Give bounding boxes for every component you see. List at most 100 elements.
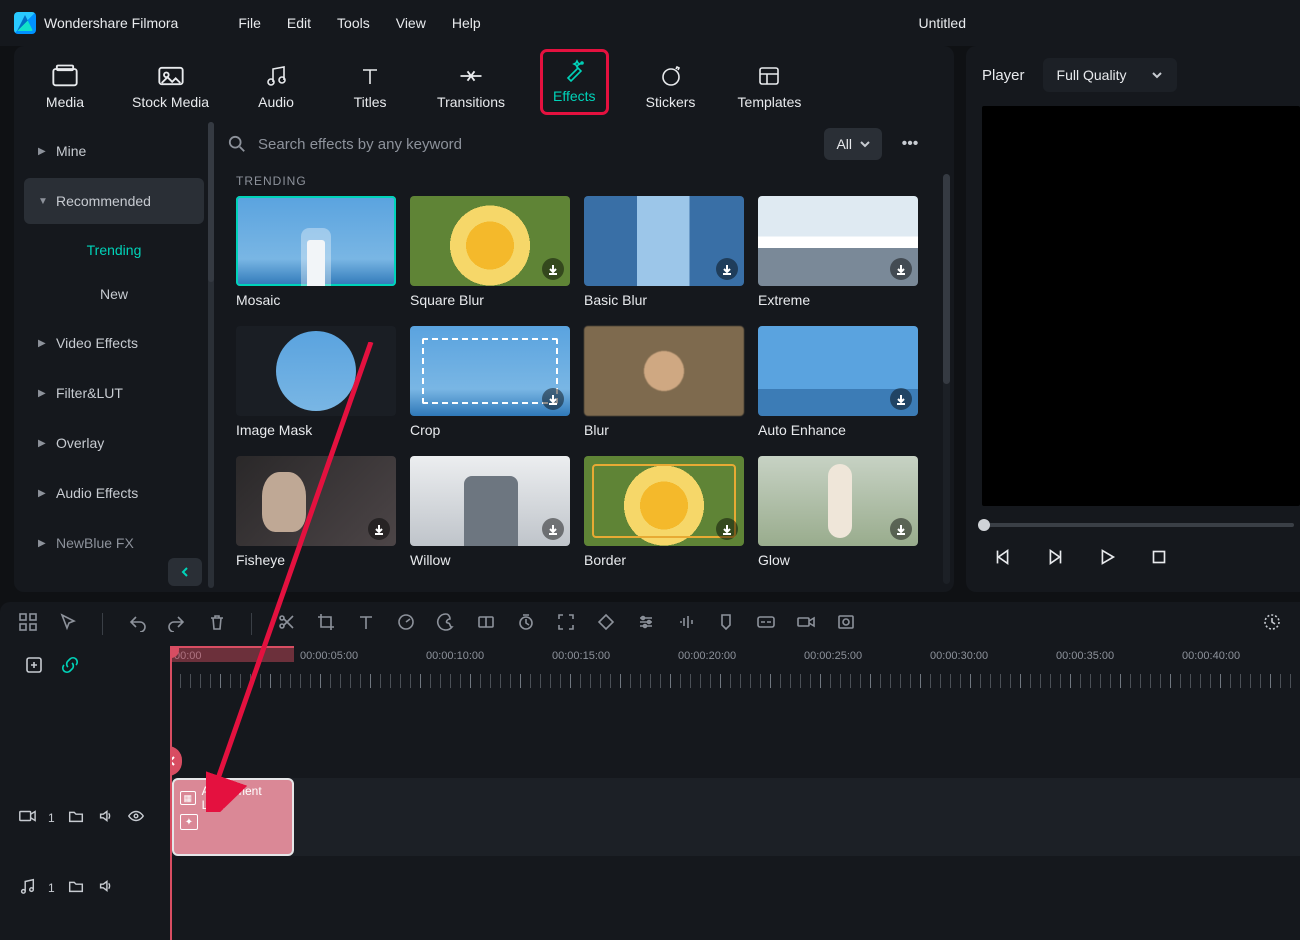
download-icon[interactable]: [890, 388, 912, 410]
speed-button[interactable]: [396, 612, 416, 637]
effect-card[interactable]: Auto Enhance: [758, 326, 918, 438]
effect-card[interactable]: Blur: [584, 326, 744, 438]
link-tracks-button[interactable]: [60, 655, 80, 680]
effect-thumbnail[interactable]: [758, 196, 918, 286]
search-input[interactable]: [256, 135, 814, 154]
effect-thumbnail[interactable]: [584, 326, 744, 416]
effect-card[interactable]: Extreme: [758, 196, 918, 308]
collapse-sidebar-button[interactable]: [168, 558, 202, 586]
menu-file[interactable]: File: [238, 15, 261, 31]
tab-stickers[interactable]: Stickers: [644, 64, 698, 110]
tab-templates[interactable]: Templates: [738, 64, 802, 110]
sidebar-item-overlay[interactable]: ▶Overlay: [24, 420, 204, 466]
sidebar-item-filter-lut[interactable]: ▶Filter&LUT: [24, 370, 204, 416]
tab-media[interactable]: Media: [38, 64, 92, 110]
effect-thumbnail[interactable]: [410, 456, 570, 546]
download-icon[interactable]: [542, 258, 564, 280]
download-icon[interactable]: [716, 258, 738, 280]
menu-help[interactable]: Help: [452, 15, 481, 31]
duration-button[interactable]: [516, 612, 536, 637]
download-icon[interactable]: [890, 518, 912, 540]
play-button[interactable]: [1096, 546, 1118, 573]
track-mute-button[interactable]: [97, 807, 115, 830]
download-icon[interactable]: [542, 518, 564, 540]
record-button[interactable]: [796, 612, 816, 637]
seek-bar[interactable]: [982, 516, 1300, 534]
sidebar-item-recommended[interactable]: ▼Recommended: [24, 178, 204, 224]
export-frame-button[interactable]: [836, 612, 856, 637]
color-button[interactable]: [436, 612, 456, 637]
more-options-button[interactable]: •••: [892, 128, 928, 160]
tab-effects[interactable]: Effects: [545, 54, 604, 110]
menu-view[interactable]: View: [396, 15, 426, 31]
sidebar-sub-new[interactable]: New: [24, 272, 204, 316]
track-folder-button[interactable]: [67, 807, 85, 830]
video-track-lane[interactable]: [170, 778, 1300, 856]
sidebar-item-audio-effects[interactable]: ▶Audio Effects: [24, 470, 204, 516]
fit-button[interactable]: [556, 612, 576, 637]
tab-audio[interactable]: Audio: [249, 64, 303, 110]
split-button[interactable]: [276, 612, 296, 637]
effect-card[interactable]: Basic Blur: [584, 196, 744, 308]
download-icon[interactable]: [368, 518, 390, 540]
redo-button[interactable]: [167, 612, 187, 637]
adjust-button[interactable]: [636, 612, 656, 637]
stop-button[interactable]: [1148, 546, 1170, 573]
menu-edit[interactable]: Edit: [287, 15, 311, 31]
marker-button[interactable]: [716, 612, 736, 637]
effect-thumbnail[interactable]: [584, 196, 744, 286]
effect-thumbnail[interactable]: [758, 326, 918, 416]
timeline-ruler[interactable]: 00:0000:00:05:0000:00:10:0000:00:15:0000…: [170, 646, 1300, 688]
effect-thumbnail[interactable]: [410, 196, 570, 286]
effect-card[interactable]: Glow: [758, 456, 918, 568]
effect-card[interactable]: Mosaic: [236, 196, 396, 308]
download-icon[interactable]: [890, 258, 912, 280]
track-visibility-button[interactable]: [127, 807, 145, 830]
layout-grid-button[interactable]: [18, 612, 38, 637]
add-track-button[interactable]: [24, 655, 44, 680]
download-icon[interactable]: [716, 518, 738, 540]
sidebar-sub-trending[interactable]: Trending: [24, 228, 204, 272]
tab-stock-media[interactable]: Stock Media: [132, 64, 209, 110]
tab-titles[interactable]: Titles: [343, 64, 397, 110]
effect-card[interactable]: Willow: [410, 456, 570, 568]
effect-thumbnail[interactable]: [236, 196, 396, 286]
timeline-clip-adjustment-layer[interactable]: ▦ Adjustment La... ✦: [172, 778, 294, 856]
effect-thumbnail[interactable]: [236, 456, 396, 546]
audio-edit-button[interactable]: [676, 612, 696, 637]
player-quality-dropdown[interactable]: Full Quality: [1043, 58, 1177, 92]
timeline-tracks[interactable]: 00:0000:00:05:0000:00:10:0000:00:15:0000…: [170, 646, 1300, 940]
effect-thumbnail[interactable]: [236, 326, 396, 416]
crop-button[interactable]: [316, 612, 336, 637]
prev-frame-button[interactable]: [992, 546, 1014, 573]
playhead[interactable]: [170, 646, 172, 940]
menu-tools[interactable]: Tools: [337, 15, 370, 31]
effects-scrollbar[interactable]: [943, 174, 950, 584]
filter-dropdown[interactable]: All: [824, 128, 882, 160]
sidebar-item-mine[interactable]: ▶Mine: [24, 128, 204, 174]
audio-track-lane[interactable]: [170, 870, 1300, 926]
play-next-button[interactable]: [1044, 546, 1066, 573]
sidebar-item-video-effects[interactable]: ▶Video Effects: [24, 320, 204, 366]
track-folder-button[interactable]: [67, 877, 85, 900]
effect-thumbnail[interactable]: [410, 326, 570, 416]
effect-card[interactable]: Image Mask: [236, 326, 396, 438]
text-tool-button[interactable]: [356, 612, 376, 637]
delete-button[interactable]: [207, 612, 227, 637]
tab-transitions[interactable]: Transitions: [437, 64, 505, 110]
subtitle-button[interactable]: [756, 612, 776, 637]
keyframe-button[interactable]: [596, 612, 616, 637]
seek-thumb[interactable]: [978, 519, 990, 531]
effect-thumbnail[interactable]: [758, 456, 918, 546]
effect-card[interactable]: Border: [584, 456, 744, 568]
mask-button[interactable]: [476, 612, 496, 637]
effect-card[interactable]: Fisheye: [236, 456, 396, 568]
effect-card[interactable]: Square Blur: [410, 196, 570, 308]
selection-range[interactable]: [170, 646, 294, 662]
timeline-options-button[interactable]: [1262, 612, 1282, 637]
cursor-tool-button[interactable]: [58, 612, 78, 637]
effect-thumbnail[interactable]: [584, 456, 744, 546]
player-viewport[interactable]: [982, 106, 1300, 506]
track-mute-button[interactable]: [97, 877, 115, 900]
effect-card[interactable]: Crop: [410, 326, 570, 438]
